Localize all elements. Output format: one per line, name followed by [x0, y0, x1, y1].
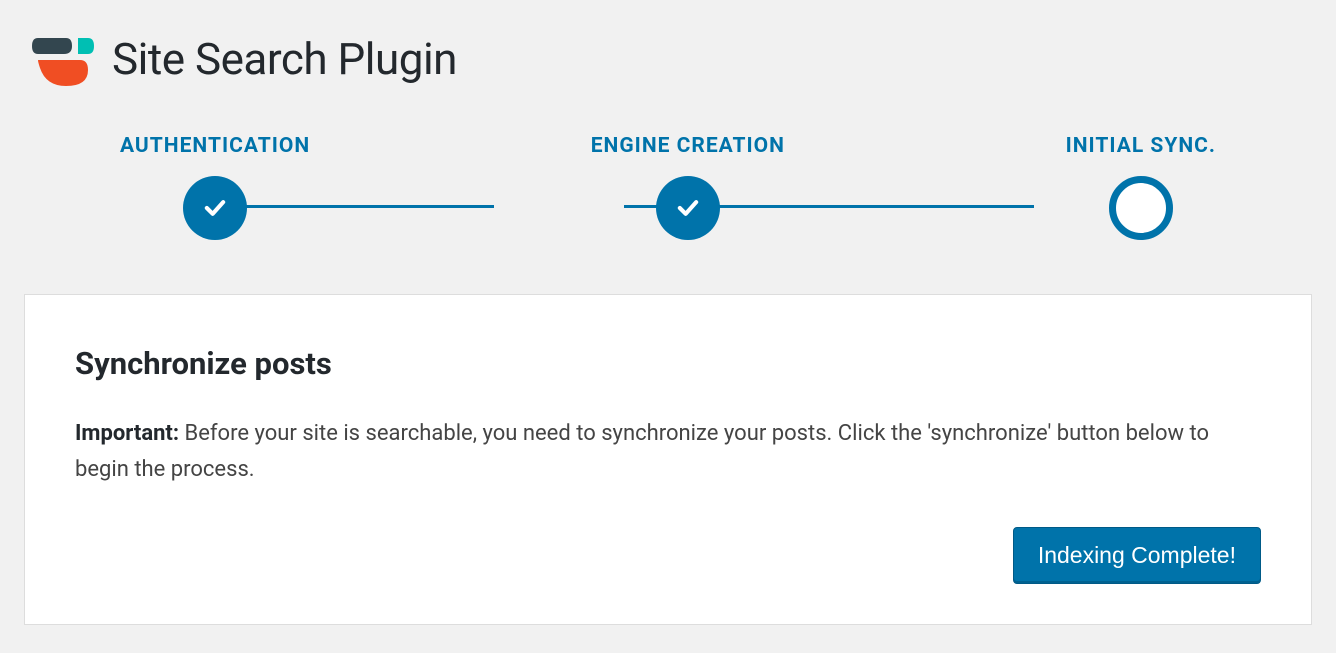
step-initial-sync: INITIAL SYNC.: [1066, 134, 1216, 240]
sync-panel: Synchronize posts Important: Before your…: [24, 294, 1312, 625]
step-label: ENGINE CREATION: [591, 134, 785, 158]
check-icon: [674, 194, 702, 222]
step-authentication: AUTHENTICATION: [120, 134, 310, 240]
step-indicator-current: [1109, 176, 1173, 240]
panel-description: Important: Before your site is searchabl…: [75, 416, 1261, 489]
page-header: Site Search Plugin: [24, 28, 1312, 90]
indexing-complete-button[interactable]: Indexing Complete!: [1013, 527, 1261, 584]
panel-title: Synchronize posts: [75, 345, 1261, 382]
check-icon: [201, 194, 229, 222]
progress-stepper: AUTHENTICATION ENGINE CREATION INITIAL S…: [24, 134, 1312, 240]
plugin-logo-icon: [32, 28, 94, 90]
page-title: Site Search Plugin: [112, 33, 457, 85]
step-engine-creation: ENGINE CREATION: [591, 134, 785, 240]
step-label: AUTHENTICATION: [120, 134, 310, 158]
step-indicator-done: [183, 176, 247, 240]
step-label: INITIAL SYNC.: [1066, 134, 1216, 158]
panel-actions: Indexing Complete!: [75, 527, 1261, 584]
step-indicator-done: [656, 176, 720, 240]
panel-body-text: Before your site is searchable, you need…: [75, 421, 1209, 482]
important-label: Important:: [75, 421, 179, 446]
